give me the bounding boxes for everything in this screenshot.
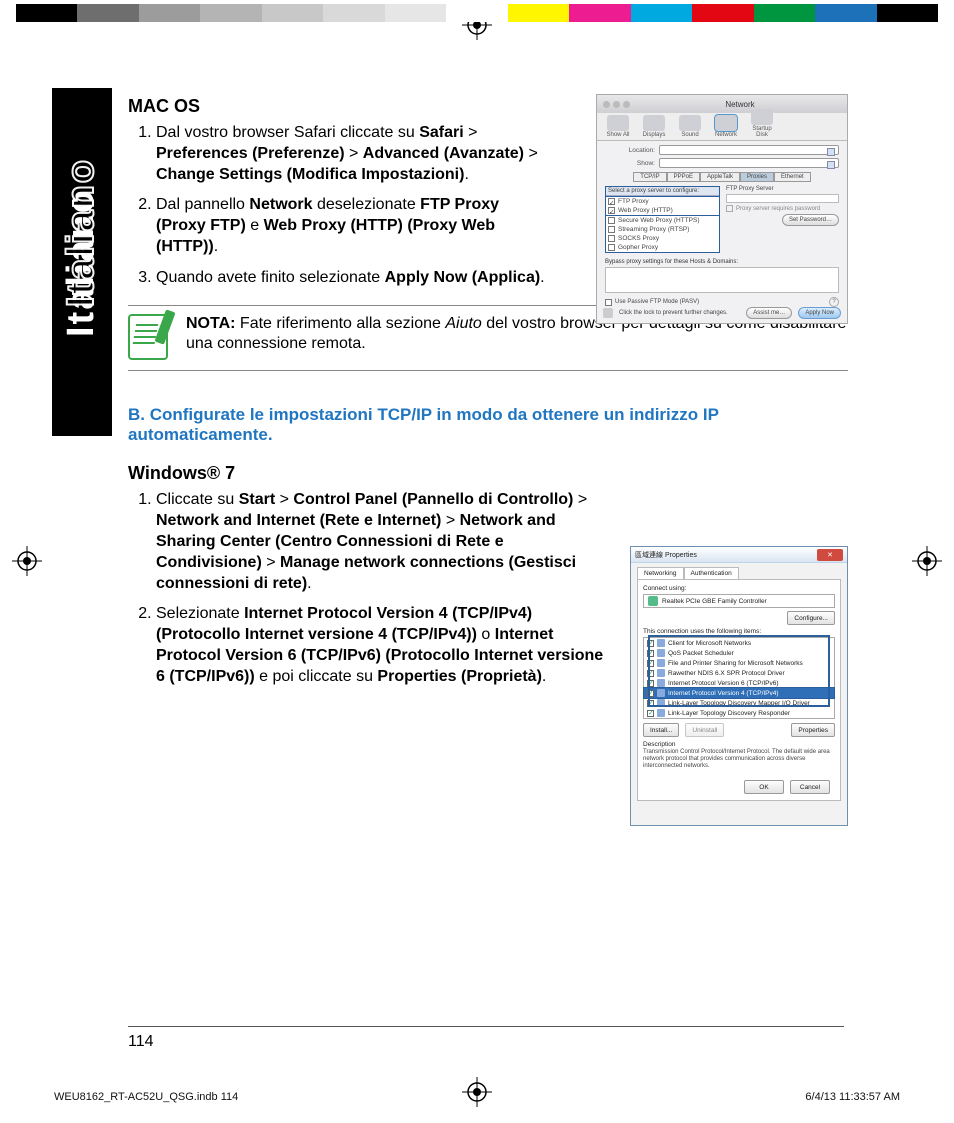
items-list-label: This connection uses the following items… [643, 628, 835, 635]
connect-using-label: Connect using: [643, 585, 835, 592]
configure-button[interactable]: Configure... [787, 611, 835, 625]
windows-properties-dialog: 區域連線 Properties ✕ NetworkingAuthenticati… [630, 546, 848, 826]
checkbox-icon[interactable] [647, 710, 654, 717]
zoom-icon [623, 101, 630, 108]
prefs-toolbar-item[interactable]: Network [713, 115, 739, 138]
proxy-list-header: Select a proxy server to configure: [606, 187, 719, 196]
prefs-toolbar-item[interactable]: Displays [641, 115, 667, 138]
windows-steps-list: Cliccate su Start > Control Panel (Panne… [128, 490, 608, 687]
show-label: Show: [605, 160, 655, 167]
prefs-toolbar-item[interactable]: Sound [677, 115, 703, 138]
print-meta-footer: WEU8162_RT-AC52U_QSG.indb 114 6/4/13 11:… [54, 1091, 900, 1103]
list-item: Dal vostro browser Safari cliccate su Sa… [156, 123, 548, 185]
help-icon[interactable]: ? [829, 297, 839, 307]
bypass-textarea[interactable] [605, 267, 839, 293]
proxy-password-checkbox[interactable]: Proxy server requires password [726, 205, 839, 212]
properties-button[interactable]: Properties [791, 723, 835, 737]
proxy-option[interactable]: Streaming Proxy (RTSP) [606, 225, 719, 234]
macos-tab[interactable]: PPPoE [667, 172, 700, 182]
list-item: Cliccate su Start > Control Panel (Panne… [156, 490, 608, 594]
lock-icon[interactable] [603, 308, 613, 318]
macos-titlebar: Network [597, 95, 847, 113]
uninstall-button[interactable]: Uninstall [685, 723, 724, 737]
windows-section-title: Windows® 7 [128, 463, 848, 484]
macos-tab[interactable]: Proxies [740, 172, 774, 182]
macos-network-dialog: Network Show AllDisplaysSoundNetworkStar… [596, 94, 848, 324]
macos-prefs-toolbar: Show AllDisplaysSoundNetworkStartup Disk [597, 113, 847, 141]
proxy-option[interactable]: Secure Web Proxy (HTTPS) [606, 216, 719, 225]
proxy-option[interactable]: SOCKS Proxy [606, 234, 719, 243]
macos-tab[interactable]: AppleTalk [700, 172, 740, 182]
set-password-button[interactable]: Set Password… [782, 214, 839, 226]
proxy-option[interactable]: ✓Web Proxy (HTTP) [606, 206, 719, 215]
adapter-field: Realtek PCIe GBE Family Controller [643, 594, 835, 608]
note-icon [128, 314, 168, 360]
windows-tab[interactable]: Networking [637, 567, 684, 579]
show-select[interactable] [659, 158, 839, 168]
source-file-label: WEU8162_RT-AC52U_QSG.indb 114 [54, 1091, 238, 1103]
page-number: 114 [128, 1033, 844, 1051]
macos-steps-list: Dal vostro browser Safari cliccate su Sa… [128, 123, 548, 289]
macos-tab[interactable]: TCP/IP [633, 172, 666, 182]
pasv-label: Use Passive FTP Mode (PASV) [615, 299, 699, 305]
print-color-bar [16, 4, 938, 22]
bypass-label: Bypass proxy settings for these Hosts & … [605, 259, 839, 265]
cancel-button[interactable]: Cancel [790, 780, 830, 794]
macos-tab[interactable]: Ethernet [774, 172, 811, 182]
assist-me-button[interactable]: Assist me… [746, 307, 792, 319]
highlight-frame [648, 635, 830, 707]
timestamp-label: 6/4/13 11:33:57 AM [805, 1091, 900, 1103]
description-body: Transmission Control Protocol/Internet P… [643, 748, 835, 770]
macos-window-title: Network [633, 100, 847, 109]
page-footer: 114 [128, 1026, 844, 1051]
proxy-option[interactable]: ✓FTP Proxy [606, 197, 719, 206]
close-button[interactable]: ✕ [817, 549, 843, 561]
windows-tab[interactable]: Authentication [684, 567, 739, 579]
windows-tabs: NetworkingAuthentication [631, 563, 847, 579]
ok-button[interactable]: OK [744, 780, 784, 794]
lock-text: Click the lock to prevent further change… [619, 310, 728, 316]
apply-now-button[interactable]: Apply Now [798, 307, 841, 319]
proxy-list: Select a proxy server to configure: ✓FTP… [605, 186, 720, 253]
prefs-toolbar-item[interactable]: Startup Disk [749, 109, 775, 138]
network-item-row[interactable]: Link-Layer Topology Discovery Responder [644, 708, 834, 718]
language-tab: Italiano Italiano [52, 88, 112, 436]
proxy-option[interactable]: Gopher Proxy [606, 243, 719, 252]
install-button[interactable]: Install... [643, 723, 679, 737]
close-icon [603, 101, 610, 108]
location-select[interactable] [659, 145, 839, 155]
description-label: Description [643, 741, 835, 748]
list-item: Quando avete finito selezionate Apply No… [156, 268, 548, 289]
registration-mark-icon [912, 546, 942, 576]
windows-dialog-title: 區域連線 Properties [635, 550, 817, 560]
list-item: Dal pannello Network deselezionate FTP P… [156, 195, 548, 257]
minimize-icon [613, 101, 620, 108]
list-item: Selezionate Internet Protocol Version 4 … [156, 604, 608, 687]
location-label: Location: [605, 147, 655, 154]
prefs-toolbar-item[interactable]: Show All [605, 115, 631, 138]
pasv-checkbox[interactable] [605, 299, 612, 306]
registration-mark-icon [12, 546, 42, 576]
adapter-icon [648, 596, 658, 606]
macos-tabs: TCP/IPPPPoEAppleTalkProxiesEthernet [605, 172, 839, 182]
component-icon [657, 709, 665, 717]
proxy-server-input[interactable] [726, 194, 839, 203]
ftp-proxy-label: FTP Proxy Server [726, 186, 839, 192]
tcp-section-heading: B. Configurate le impostazioni TCP/IP in… [128, 405, 848, 446]
